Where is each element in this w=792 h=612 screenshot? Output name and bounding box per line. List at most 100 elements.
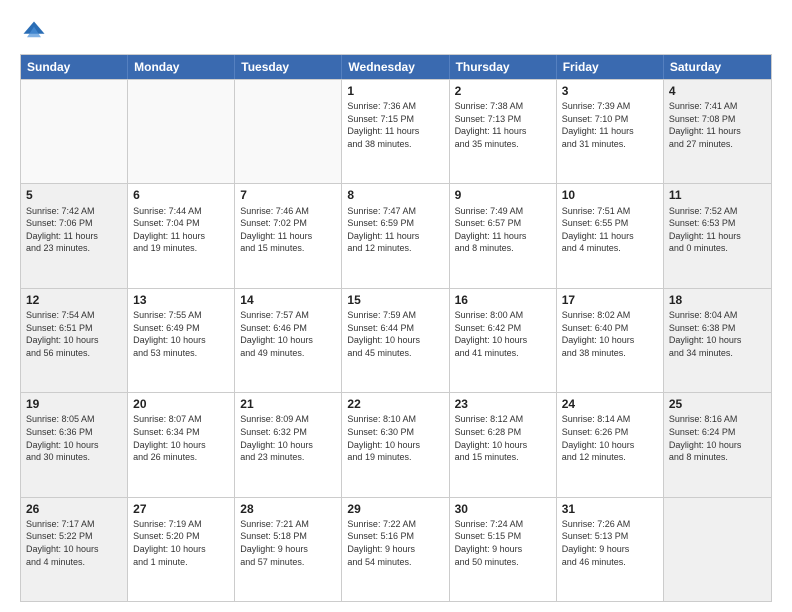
- logo-icon: [20, 18, 48, 46]
- day-number: 18: [669, 292, 766, 308]
- day-info: Sunrise: 8:02 AM Sunset: 6:40 PM Dayligh…: [562, 309, 658, 359]
- weekday-header-thursday: Thursday: [450, 55, 557, 79]
- day-info: Sunrise: 7:22 AM Sunset: 5:16 PM Dayligh…: [347, 518, 443, 568]
- day-cell-empty-0-1: [128, 80, 235, 183]
- day-cell-25: 25Sunrise: 8:16 AM Sunset: 6:24 PM Dayli…: [664, 393, 771, 496]
- day-number: 9: [455, 187, 551, 203]
- day-cell-28: 28Sunrise: 7:21 AM Sunset: 5:18 PM Dayli…: [235, 498, 342, 601]
- day-cell-15: 15Sunrise: 7:59 AM Sunset: 6:44 PM Dayli…: [342, 289, 449, 392]
- day-info: Sunrise: 8:10 AM Sunset: 6:30 PM Dayligh…: [347, 413, 443, 463]
- day-info: Sunrise: 8:14 AM Sunset: 6:26 PM Dayligh…: [562, 413, 658, 463]
- day-info: Sunrise: 7:52 AM Sunset: 6:53 PM Dayligh…: [669, 205, 766, 255]
- weekday-header-monday: Monday: [128, 55, 235, 79]
- day-number: 31: [562, 501, 658, 517]
- day-info: Sunrise: 7:36 AM Sunset: 7:15 PM Dayligh…: [347, 100, 443, 150]
- day-number: 5: [26, 187, 122, 203]
- day-number: 25: [669, 396, 766, 412]
- day-cell-29: 29Sunrise: 7:22 AM Sunset: 5:16 PM Dayli…: [342, 498, 449, 601]
- day-info: Sunrise: 7:57 AM Sunset: 6:46 PM Dayligh…: [240, 309, 336, 359]
- day-cell-19: 19Sunrise: 8:05 AM Sunset: 6:36 PM Dayli…: [21, 393, 128, 496]
- day-cell-empty-0-0: [21, 80, 128, 183]
- day-info: Sunrise: 7:19 AM Sunset: 5:20 PM Dayligh…: [133, 518, 229, 568]
- day-number: 15: [347, 292, 443, 308]
- day-info: Sunrise: 8:00 AM Sunset: 6:42 PM Dayligh…: [455, 309, 551, 359]
- day-info: Sunrise: 7:24 AM Sunset: 5:15 PM Dayligh…: [455, 518, 551, 568]
- day-cell-8: 8Sunrise: 7:47 AM Sunset: 6:59 PM Daylig…: [342, 184, 449, 287]
- day-cell-16: 16Sunrise: 8:00 AM Sunset: 6:42 PM Dayli…: [450, 289, 557, 392]
- day-cell-7: 7Sunrise: 7:46 AM Sunset: 7:02 PM Daylig…: [235, 184, 342, 287]
- calendar-row-1: 5Sunrise: 7:42 AM Sunset: 7:06 PM Daylig…: [21, 183, 771, 287]
- calendar-row-4: 26Sunrise: 7:17 AM Sunset: 5:22 PM Dayli…: [21, 497, 771, 601]
- day-number: 2: [455, 83, 551, 99]
- day-info: Sunrise: 7:21 AM Sunset: 5:18 PM Dayligh…: [240, 518, 336, 568]
- day-cell-11: 11 Sunrise: 7:52 AM Sunset: 6:53 PM Dayli…: [664, 184, 771, 287]
- day-info: Sunrise: 7:39 AM Sunset: 7:10 PM Dayligh…: [562, 100, 658, 150]
- day-number: 13: [133, 292, 229, 308]
- day-cell-12: 12Sunrise: 7:54 AM Sunset: 6:51 PM Dayli…: [21, 289, 128, 392]
- day-cell-18: 18Sunrise: 8:04 AM Sunset: 6:38 PM Dayli…: [664, 289, 771, 392]
- logo: [20, 18, 52, 46]
- day-number: 20: [133, 396, 229, 412]
- day-info: Sunrise: 8:05 AM Sunset: 6:36 PM Dayligh…: [26, 413, 122, 463]
- day-cell-24: 24Sunrise: 8:14 AM Sunset: 6:26 PM Dayli…: [557, 393, 664, 496]
- calendar-body: 1Sunrise: 7:36 AM Sunset: 7:15 PM Daylig…: [21, 79, 771, 601]
- calendar-row-3: 19Sunrise: 8:05 AM Sunset: 6:36 PM Dayli…: [21, 392, 771, 496]
- day-cell-23: 23Sunrise: 8:12 AM Sunset: 6:28 PM Dayli…: [450, 393, 557, 496]
- page: SundayMondayTuesdayWednesdayThursdayFrid…: [0, 0, 792, 612]
- day-number: 19: [26, 396, 122, 412]
- day-cell-3: 3Sunrise: 7:39 AM Sunset: 7:10 PM Daylig…: [557, 80, 664, 183]
- day-number: 29: [347, 501, 443, 517]
- day-cell-22: 22Sunrise: 8:10 AM Sunset: 6:30 PM Dayli…: [342, 393, 449, 496]
- day-cell-9: 9Sunrise: 7:49 AM Sunset: 6:57 PM Daylig…: [450, 184, 557, 287]
- day-cell-26: 26Sunrise: 7:17 AM Sunset: 5:22 PM Dayli…: [21, 498, 128, 601]
- day-number: 24: [562, 396, 658, 412]
- day-cell-10: 10Sunrise: 7:51 AM Sunset: 6:55 PM Dayli…: [557, 184, 664, 287]
- day-info: Sunrise: 7:55 AM Sunset: 6:49 PM Dayligh…: [133, 309, 229, 359]
- day-info: Sunrise: 8:12 AM Sunset: 6:28 PM Dayligh…: [455, 413, 551, 463]
- day-cell-2: 2Sunrise: 7:38 AM Sunset: 7:13 PM Daylig…: [450, 80, 557, 183]
- day-info: Sunrise: 7:26 AM Sunset: 5:13 PM Dayligh…: [562, 518, 658, 568]
- day-number: 3: [562, 83, 658, 99]
- day-info: Sunrise: 7:17 AM Sunset: 5:22 PM Dayligh…: [26, 518, 122, 568]
- day-cell-4: 4Sunrise: 7:41 AM Sunset: 7:08 PM Daylig…: [664, 80, 771, 183]
- day-cell-empty-0-2: [235, 80, 342, 183]
- day-number: 7: [240, 187, 336, 203]
- day-number: 1: [347, 83, 443, 99]
- day-cell-20: 20Sunrise: 8:07 AM Sunset: 6:34 PM Dayli…: [128, 393, 235, 496]
- day-cell-6: 6Sunrise: 7:44 AM Sunset: 7:04 PM Daylig…: [128, 184, 235, 287]
- calendar: SundayMondayTuesdayWednesdayThursdayFrid…: [20, 54, 772, 602]
- day-number: 11: [669, 187, 766, 203]
- day-info: Sunrise: 8:09 AM Sunset: 6:32 PM Dayligh…: [240, 413, 336, 463]
- day-number: 21: [240, 396, 336, 412]
- day-info: Sunrise: 7:59 AM Sunset: 6:44 PM Dayligh…: [347, 309, 443, 359]
- day-number: 22: [347, 396, 443, 412]
- day-number: 12: [26, 292, 122, 308]
- day-cell-1: 1Sunrise: 7:36 AM Sunset: 7:15 PM Daylig…: [342, 80, 449, 183]
- day-info: Sunrise: 8:16 AM Sunset: 6:24 PM Dayligh…: [669, 413, 766, 463]
- day-cell-13: 13Sunrise: 7:55 AM Sunset: 6:49 PM Dayli…: [128, 289, 235, 392]
- day-number: 26: [26, 501, 122, 517]
- day-info: Sunrise: 7:54 AM Sunset: 6:51 PM Dayligh…: [26, 309, 122, 359]
- weekday-header-tuesday: Tuesday: [235, 55, 342, 79]
- day-number: 16: [455, 292, 551, 308]
- day-cell-empty-4-6: [664, 498, 771, 601]
- day-info: Sunrise: 7:41 AM Sunset: 7:08 PM Dayligh…: [669, 100, 766, 150]
- day-info: Sunrise: 8:04 AM Sunset: 6:38 PM Dayligh…: [669, 309, 766, 359]
- weekday-header-friday: Friday: [557, 55, 664, 79]
- day-cell-14: 14Sunrise: 7:57 AM Sunset: 6:46 PM Dayli…: [235, 289, 342, 392]
- day-cell-17: 17Sunrise: 8:02 AM Sunset: 6:40 PM Dayli…: [557, 289, 664, 392]
- day-number: 30: [455, 501, 551, 517]
- day-number: 28: [240, 501, 336, 517]
- day-cell-21: 21Sunrise: 8:09 AM Sunset: 6:32 PM Dayli…: [235, 393, 342, 496]
- day-cell-27: 27Sunrise: 7:19 AM Sunset: 5:20 PM Dayli…: [128, 498, 235, 601]
- weekday-header-sunday: Sunday: [21, 55, 128, 79]
- day-cell-5: 5Sunrise: 7:42 AM Sunset: 7:06 PM Daylig…: [21, 184, 128, 287]
- calendar-header: SundayMondayTuesdayWednesdayThursdayFrid…: [21, 55, 771, 79]
- day-number: 27: [133, 501, 229, 517]
- day-number: 6: [133, 187, 229, 203]
- day-number: 10: [562, 187, 658, 203]
- day-number: 23: [455, 396, 551, 412]
- header: [20, 18, 772, 46]
- day-info: Sunrise: 7:47 AM Sunset: 6:59 PM Dayligh…: [347, 205, 443, 255]
- day-cell-31: 31Sunrise: 7:26 AM Sunset: 5:13 PM Dayli…: [557, 498, 664, 601]
